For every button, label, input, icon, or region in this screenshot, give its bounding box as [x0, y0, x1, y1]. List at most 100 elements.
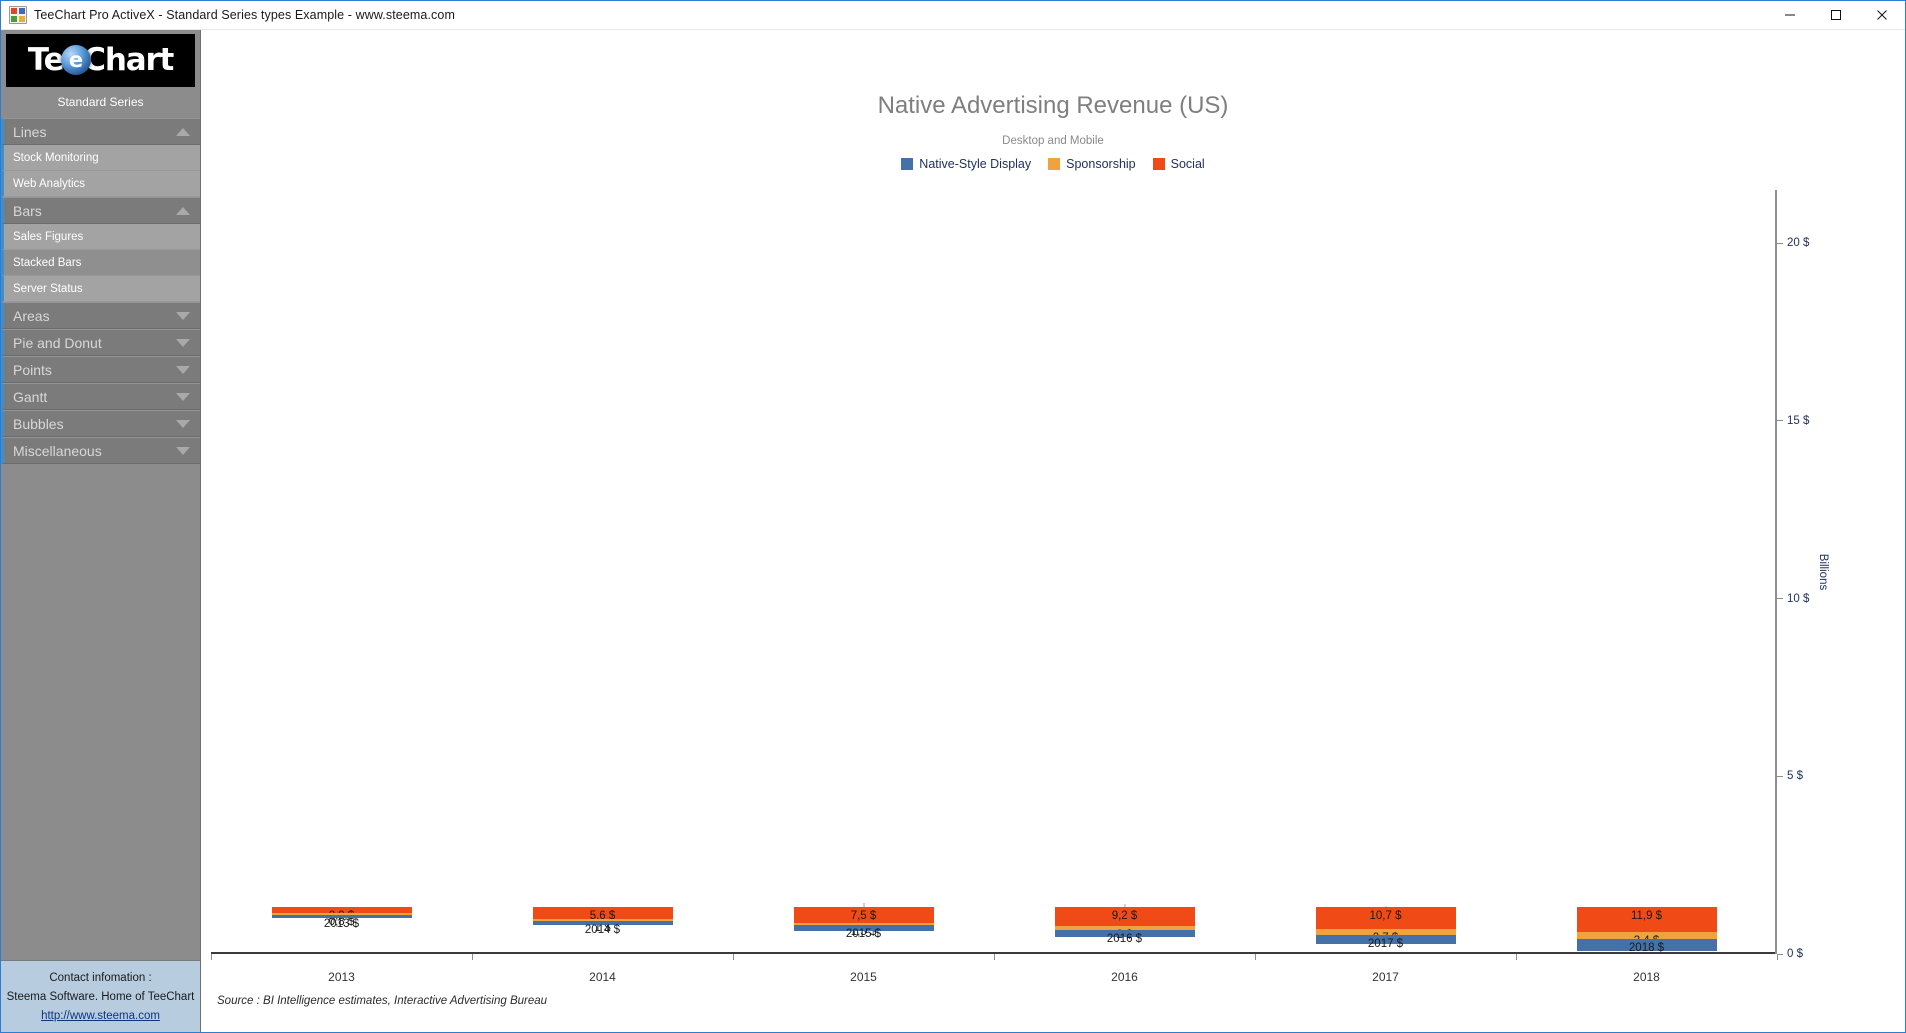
legend-item-social[interactable]: Social: [1152, 157, 1205, 171]
legend-item-native-style-display[interactable]: Native-Style Display: [901, 157, 1031, 171]
bar-segment-native-style-display[interactable]: 2016 $: [1054, 930, 1195, 945]
minimize-button[interactable]: [1767, 1, 1813, 30]
y-axis-title: Billions: [1816, 553, 1829, 591]
bar-segment-native-style-display[interactable]: 2018 $: [1576, 939, 1717, 955]
y-axis-tick-row: 0 $: [1777, 948, 1803, 960]
stacked-bar[interactable]: 5,6 $1 $2014 $: [532, 907, 673, 952]
sidebar-group-lines[interactable]: Lines: [1, 118, 200, 145]
teechart-app-icon: [9, 6, 27, 24]
x-axis-label-2015: 2015: [850, 970, 877, 984]
plot-region: 2,9 $0,8 $2013 $ 5,6 $1 $2014 $ 7,5 $1,3 $…: [211, 190, 1777, 954]
bar-segment-native-style-display[interactable]: 2013 $: [271, 914, 412, 930]
bar-group-2016[interactable]: 9,2 $2 $2016 $: [994, 190, 1255, 952]
sidebar-group-bubbles[interactable]: Bubbles: [1, 410, 200, 437]
window-body: TeeChart Standard Series Lines Stock Moni…: [1, 30, 1905, 1032]
bar-value-label: 7,5 $: [850, 910, 877, 922]
sidebar-group-gantt[interactable]: Gantt: [1, 383, 200, 410]
y-axis-tick-row: 20 $: [1777, 237, 1809, 249]
bar-segment-social[interactable]: 9,2 $: [1054, 907, 1195, 927]
sidebar-item-label: Stacked Bars: [13, 256, 82, 269]
sidebar-item-stock-monitoring[interactable]: Stock Monitoring: [1, 145, 200, 171]
bar-group-2017[interactable]: 10,7 $2,7 $2017 $: [1255, 190, 1516, 952]
x-axis-labels: 2013 2014 2015 2016 2017 2018: [211, 970, 1777, 984]
bar-segment-native-style-display[interactable]: 2017 $: [1315, 935, 1456, 951]
bar-value-label: 2014 $: [584, 923, 621, 936]
y-axis-tick-label: 5 $: [1787, 770, 1803, 783]
bar-group-2013[interactable]: 2,9 $0,8 $2013 $: [211, 190, 472, 952]
sidebar-item-label: Web Analytics: [13, 177, 86, 190]
x-axis-label-2016: 2016: [1111, 970, 1138, 984]
sidebar-group-areas[interactable]: Areas: [1, 302, 200, 329]
title-bar: TeeChart Pro ActiveX - Standard Series t…: [1, 1, 1905, 30]
bar-group-2014[interactable]: 5,6 $1 $2014 $: [472, 190, 733, 952]
sidebar-item-label: Sales Figures: [13, 230, 84, 243]
sidebar: TeeChart Standard Series Lines Stock Moni…: [1, 30, 201, 1032]
chart-footnote: Source : BI Intelligence estimates, Inte…: [217, 995, 548, 1007]
chart-area[interactable]: Native Advertising Revenue (US) Desktop …: [201, 30, 1905, 1032]
legend-label: Native-Style Display: [919, 157, 1032, 171]
stacked-bar[interactable]: 9,2 $2 $2016 $: [1054, 903, 1195, 952]
y-axis-tick-mark: [1777, 775, 1783, 777]
bar-value-label: 10,7 $: [1369, 910, 1402, 922]
y-axis-tick-mark: [1777, 420, 1783, 422]
sidebar-item-stacked-bars[interactable]: Stacked Bars: [1, 250, 200, 276]
y-axis-tick-mark: [1777, 242, 1783, 244]
bar-segment-social[interactable]: 5,6 $: [532, 907, 673, 922]
sidebar-nav: Lines Stock Monitoring Web Analytics Bars Sa…: [1, 118, 200, 464]
y-axis: Billions 0 $ 5 $ 10 $ 15 $ 20 $: [1777, 190, 1853, 960]
contact-heading: Contact infomation :: [49, 972, 152, 985]
minimize-icon: [1785, 14, 1795, 16]
sidebar-group-points[interactable]: Points: [1, 356, 200, 383]
teechart-logo-text: TeeChart: [27, 42, 175, 78]
bar-segment-sponsorship[interactable]: 3,4 $: [1576, 931, 1717, 947]
application-window: TeeChart Pro ActiveX - Standard Series t…: [0, 0, 1906, 1033]
teechart-logo: TeeChart: [6, 34, 195, 87]
chart-legend: Native-Style Display Sponsorship Social: [201, 157, 1905, 171]
stacked-bar[interactable]: 11,9 $ 3,4 $2018 $: [1576, 906, 1717, 955]
steema-website-link[interactable]: http://www.steema.com: [41, 1010, 160, 1022]
bar-segment-social[interactable]: 10,7 $: [1315, 907, 1456, 930]
maximize-button[interactable]: [1813, 1, 1859, 30]
stacked-bar[interactable]: 2,9 $0,8 $2013 $: [271, 907, 412, 952]
x-axis-tick: [732, 954, 734, 960]
y-axis-tick-label: 0 $: [1787, 948, 1803, 960]
bar-segment-social[interactable]: 7,5 $: [793, 907, 934, 923]
bar-value-label: 2017 $: [1367, 938, 1404, 951]
legend-swatch-icon: [1152, 158, 1165, 170]
legend-swatch-icon: [901, 158, 914, 170]
x-axis-tick: [1516, 954, 1517, 960]
caret-down-icon: [176, 392, 190, 401]
y-axis-tick-mark: [1777, 598, 1783, 600]
sidebar-group-pie-and-donut[interactable]: Pie and Donut: [1, 329, 200, 356]
sidebar-item-sales-figures[interactable]: Sales Figures: [1, 224, 200, 250]
stacked-bar[interactable]: 10,7 $2,7 $2017 $: [1315, 905, 1456, 952]
sidebar-group-bars[interactable]: Bars: [1, 197, 200, 224]
bar-segment-native-style-display[interactable]: 2014 $: [532, 920, 673, 936]
contact-link-row: http://www.steema.com: [5, 1007, 196, 1026]
bar-segment-native-style-display[interactable]: 2015 $: [793, 925, 934, 940]
bar-value-label: 2018 $: [1628, 942, 1665, 955]
x-axis-label-2014: 2014: [589, 970, 616, 984]
sidebar-item-server-status[interactable]: Server Status: [1, 276, 200, 302]
chart-title: Native Advertising Revenue (US): [877, 92, 1229, 119]
bar-group-2015[interactable]: 7,5 $1,3 $2015 $: [733, 190, 994, 952]
close-button[interactable]: [1859, 1, 1905, 30]
sidebar-group-miscellaneous[interactable]: Miscellaneous: [1, 437, 200, 464]
bar-group-2018[interactable]: 11,9 $ 3,4 $2018 $: [1516, 190, 1777, 955]
x-axis-tick: [211, 954, 212, 960]
y-axis-tick-label: 15 $: [1787, 414, 1810, 427]
bar-segment-social[interactable]: 11,9 $: [1576, 907, 1717, 932]
x-axis-label-2013: 2013: [328, 970, 355, 984]
x-axis-label-2017: 2017: [1372, 970, 1399, 984]
y-axis-tick-row: 5 $: [1777, 770, 1803, 782]
sidebar-item-web-analytics[interactable]: Web Analytics: [1, 171, 200, 197]
stacked-bar[interactable]: 7,5 $1,3 $2015 $: [793, 903, 934, 952]
bar-value-label: 5,6 $: [589, 910, 616, 922]
window-title: TeeChart Pro ActiveX - Standard Series t…: [34, 8, 455, 22]
bar-value-label: 9,2 $: [1111, 910, 1138, 922]
sidebar-group-label: Lines: [13, 123, 47, 140]
legend-item-sponsorship[interactable]: Sponsorship: [1048, 157, 1136, 171]
caret-down-icon: [176, 311, 190, 320]
x-axis-tick: [471, 954, 473, 960]
y-axis-tick-mark: [1777, 953, 1783, 955]
